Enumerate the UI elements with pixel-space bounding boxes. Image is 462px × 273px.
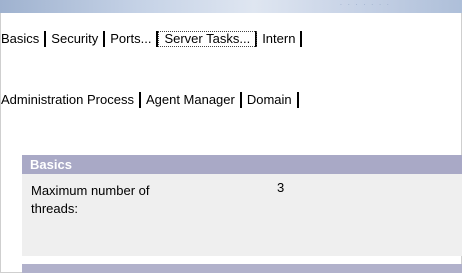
banner-dots-decoration: · · · · · · · (340, 2, 391, 9)
top-banner: · · · · · · · (0, 0, 462, 13)
max-threads-value[interactable]: 3 (277, 180, 284, 195)
tab-server-tasks[interactable]: Server Tasks... (158, 31, 258, 47)
tab-domain[interactable]: Domain (242, 92, 299, 108)
max-threads-label: Maximum number of threads: (31, 183, 150, 216)
tab-administration-process[interactable]: Administration Process (0, 92, 141, 108)
tab-basics[interactable]: Basics (0, 31, 47, 47)
section-body: Maximum number of threads: (22, 174, 462, 256)
next-section-header (22, 264, 462, 273)
tab-internet[interactable]: Intern (257, 31, 303, 47)
tab-ports[interactable]: Ports... (105, 31, 159, 47)
tab-agent-manager[interactable]: Agent Manager (141, 92, 242, 108)
section-header-basics: Basics (22, 155, 462, 174)
outer-tab-bar: Basics Security Ports... Server Tasks...… (0, 31, 462, 47)
tab-security[interactable]: Security (46, 31, 106, 47)
inner-tab-bar: Administration Process Agent Manager Dom… (0, 92, 462, 108)
